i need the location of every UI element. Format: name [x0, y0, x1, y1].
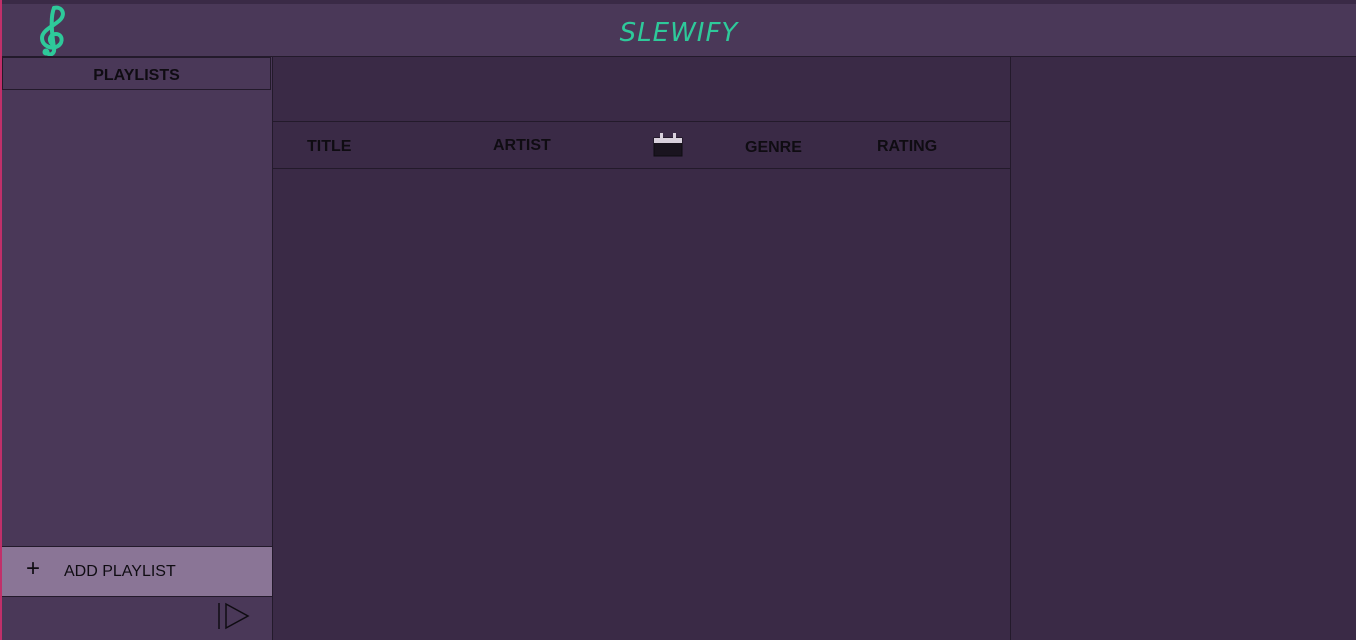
top-bar: SLEWIFY: [2, 4, 1356, 57]
add-playlist-label: ADD PLAYLIST: [64, 563, 176, 580]
details-panel: [1011, 57, 1356, 640]
column-genre[interactable]: GENRE: [745, 139, 802, 157]
column-title[interactable]: TITLE: [307, 138, 351, 156]
playlist-info-area: [273, 57, 1010, 122]
app-window: SLEWIFY PLAYLISTS + ADD PLAYLIST TITLE A…: [0, 0, 1356, 640]
sidebar: PLAYLISTS + ADD PLAYLIST: [2, 57, 273, 640]
play-icon: [218, 602, 250, 630]
column-artist[interactable]: ARTIST: [493, 137, 551, 155]
app-title: SLEWIFY: [619, 18, 739, 48]
column-rating[interactable]: RATING: [877, 138, 937, 156]
song-list-panel: TITLE ARTIST GENRE RATING: [273, 57, 1011, 640]
add-playlist-button[interactable]: + ADD PLAYLIST: [2, 546, 272, 597]
playlists-heading: PLAYLISTS: [2, 57, 271, 90]
column-header-row: TITLE ARTIST GENRE RATING: [273, 122, 1010, 169]
plus-icon: +: [26, 555, 41, 582]
calendar-icon[interactable]: [653, 132, 683, 158]
play-button[interactable]: [216, 600, 252, 632]
